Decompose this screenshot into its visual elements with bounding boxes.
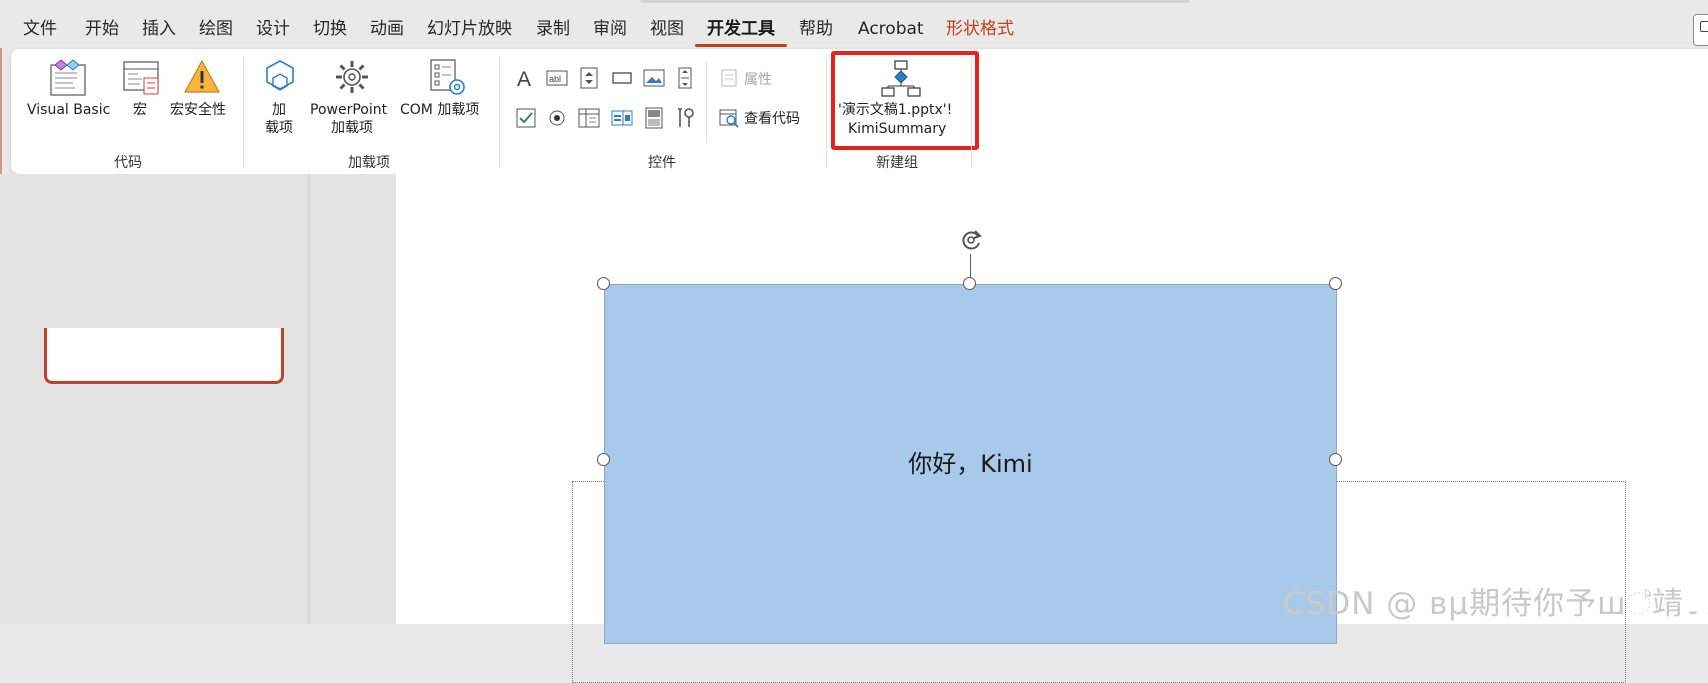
macros-button[interactable]: 宏 bbox=[133, 101, 147, 119]
resize-handle-top[interactable] bbox=[963, 277, 976, 290]
tab-design[interactable]: 设计 bbox=[256, 18, 290, 40]
svg-text:abl: abl bbox=[549, 74, 561, 84]
addins-icon[interactable] bbox=[261, 58, 299, 96]
combo-box-icon[interactable] bbox=[611, 107, 633, 129]
textbox-control-icon[interactable]: abl bbox=[546, 67, 568, 89]
tab-file[interactable]: 文件 bbox=[23, 18, 57, 40]
powerpoint-addins-line2[interactable]: 加载项 bbox=[331, 119, 373, 137]
toggle-button-icon[interactable] bbox=[643, 107, 665, 129]
canvas-margin bbox=[310, 174, 396, 624]
tab-slideshow[interactable]: 幻灯片放映 bbox=[427, 18, 512, 40]
slide-thumbnail-pane bbox=[0, 174, 309, 624]
com-addins-icon[interactable] bbox=[428, 58, 468, 98]
com-addins-button[interactable]: COM 加载项 bbox=[400, 101, 479, 119]
group-separator bbox=[826, 58, 827, 168]
properties-icon bbox=[721, 69, 737, 87]
menu-bar: 文件 开始 插入 绘图 设计 切换 动画 幻灯片放映 录制 审阅 视图 开发工具… bbox=[0, 0, 1708, 48]
tab-home[interactable]: 开始 bbox=[85, 18, 119, 40]
group-label-controls: 控件 bbox=[648, 155, 676, 171]
resize-handle-top-right[interactable] bbox=[1329, 277, 1342, 290]
addins-line2[interactable]: 载项 bbox=[265, 119, 293, 137]
addins-line1[interactable]: 加 bbox=[272, 101, 286, 119]
tab-record[interactable]: 录制 bbox=[536, 18, 570, 40]
visual-basic-icon[interactable] bbox=[47, 57, 91, 97]
group-separator bbox=[243, 58, 244, 168]
tab-shape-format[interactable]: 形状格式 bbox=[946, 18, 1014, 40]
scrollbar-control-icon[interactable] bbox=[674, 67, 696, 89]
visual-basic-button[interactable]: Visual Basic bbox=[27, 101, 110, 119]
shape-text[interactable]: 你好，Kimi bbox=[604, 444, 1337, 479]
tab-transitions[interactable]: 切换 bbox=[313, 18, 347, 40]
image-control-icon[interactable] bbox=[643, 67, 665, 89]
rotate-handle-icon[interactable] bbox=[958, 227, 984, 253]
slide-thumbnail[interactable] bbox=[44, 328, 284, 384]
tab-help[interactable]: 帮助 bbox=[799, 18, 833, 40]
comments-button[interactable] bbox=[1693, 14, 1708, 46]
title-ridge bbox=[640, 0, 1190, 3]
resize-handle-top-left[interactable] bbox=[597, 277, 610, 290]
comment-icon bbox=[1700, 21, 1708, 32]
warning-icon[interactable] bbox=[183, 58, 221, 96]
tab-insert[interactable]: 插入 bbox=[142, 18, 176, 40]
resize-handle-right[interactable] bbox=[1329, 453, 1342, 466]
properties-button: 属性 bbox=[744, 72, 772, 88]
tab-draw[interactable]: 绘图 bbox=[199, 18, 233, 40]
resize-handle-left[interactable] bbox=[597, 453, 610, 466]
group-separator bbox=[971, 58, 972, 168]
macro-security-button[interactable]: 宏安全性 bbox=[170, 101, 226, 119]
label-control-icon[interactable]: A bbox=[515, 67, 537, 89]
svg-text:A: A bbox=[517, 68, 531, 89]
group-label-code: 代码 bbox=[114, 155, 142, 171]
group-label-addins: 加载项 bbox=[348, 155, 390, 171]
group-label-new-group: 新建组 bbox=[876, 155, 918, 171]
active-tab-indicator bbox=[695, 44, 787, 47]
view-code-button[interactable]: 查看代码 bbox=[744, 108, 800, 128]
gear-icon[interactable] bbox=[333, 58, 371, 96]
command-button-icon[interactable] bbox=[611, 67, 633, 89]
option-button-icon[interactable] bbox=[546, 107, 568, 129]
watermark: CSDN @ вμ期待你予ш්靖۔۔ bbox=[1283, 586, 1708, 622]
controls-inner-separator bbox=[706, 62, 707, 142]
tab-acrobat[interactable]: Acrobat bbox=[858, 18, 924, 40]
more-controls-icon[interactable] bbox=[674, 107, 696, 129]
highlight-box bbox=[831, 51, 979, 150]
group-separator bbox=[499, 58, 500, 168]
spin-button-icon[interactable] bbox=[578, 67, 600, 89]
tab-view[interactable]: 视图 bbox=[650, 18, 684, 40]
powerpoint-addins-line1[interactable]: PowerPoint bbox=[310, 101, 387, 119]
tab-animations[interactable]: 动画 bbox=[370, 18, 404, 40]
view-code-icon[interactable] bbox=[719, 108, 739, 128]
macros-icon[interactable] bbox=[122, 60, 164, 96]
checkbox-control-icon[interactable] bbox=[515, 107, 537, 129]
tab-review[interactable]: 审阅 bbox=[593, 18, 627, 40]
list-box-icon[interactable] bbox=[578, 107, 600, 129]
tab-developer[interactable]: 开发工具 bbox=[707, 18, 775, 40]
